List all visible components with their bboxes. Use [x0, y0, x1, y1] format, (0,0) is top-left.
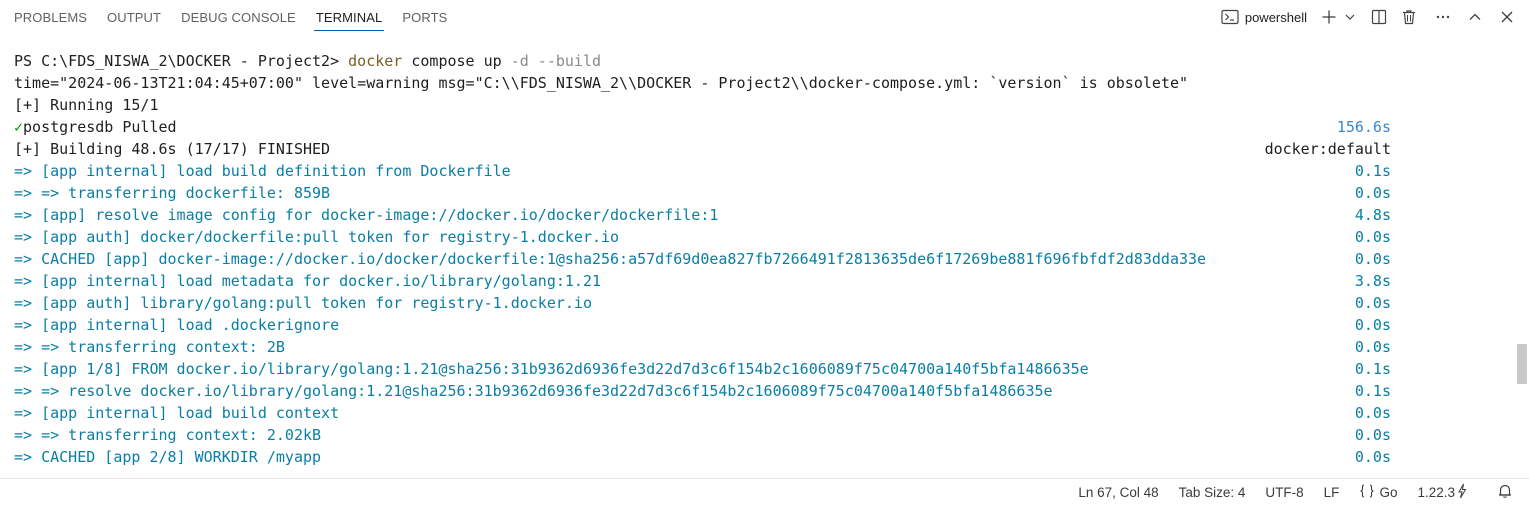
- step-time: 0.0s: [1354, 404, 1391, 422]
- step-time: 0.0s: [1354, 316, 1391, 334]
- braces-icon: [1359, 484, 1379, 501]
- build-step: => [app auth] library/golang:pull token …: [0, 292, 1516, 314]
- terminal-scrollbar[interactable]: [1515, 50, 1529, 478]
- step-text: => => transferring context: 2B: [14, 338, 285, 356]
- split-terminal-button[interactable]: [1367, 5, 1391, 29]
- build-step: => [app auth] docker/dockerfile:pull tok…: [0, 226, 1516, 248]
- close-panel-button[interactable]: [1495, 5, 1519, 29]
- launch-profile-button[interactable]: [1343, 5, 1357, 29]
- kill-terminal-button[interactable]: [1397, 5, 1421, 29]
- step-time: 0.1s: [1354, 162, 1391, 180]
- step-text: => CACHED [app 2/8] WORKDIR /myapp: [14, 448, 322, 466]
- step-text: => [app internal] load metadata for dock…: [14, 272, 601, 290]
- terminal-shell-selector[interactable]: powershell: [1221, 5, 1315, 29]
- maximize-panel-button[interactable]: [1463, 5, 1487, 29]
- tab-output[interactable]: OUTPUT: [97, 0, 171, 34]
- language-label: Go: [1379, 485, 1398, 500]
- build-step: => CACHED [app 2/8] WORKDIR /myapp 0.0s: [0, 446, 1516, 468]
- step-time: 3.8s: [1354, 272, 1391, 290]
- build-step: => [app internal] load .dockerignore 0.0s: [0, 314, 1516, 336]
- status-bar: Ln 67, Col 48 Tab Size: 4 UTF-8 LF Go 1.…: [0, 478, 1529, 506]
- command-args: compose up: [411, 52, 502, 70]
- cursor-position[interactable]: Ln 67, Col 48: [1078, 485, 1158, 500]
- tab-size[interactable]: Tab Size: 4: [1179, 485, 1246, 500]
- step-time: 0.0s: [1354, 338, 1391, 356]
- step-text: => => resolve docker.io/library/golang:1…: [14, 382, 1053, 400]
- step-text: => [app internal] load build definition …: [14, 162, 511, 180]
- close-icon: [1499, 9, 1515, 25]
- pulled-line: ✓postgresdb Pulled 156.6s: [0, 116, 1516, 138]
- prompt: PS C:\FDS_NISWA_2\DOCKER - Project2>: [14, 52, 340, 70]
- step-time: 0.0s: [1354, 426, 1391, 444]
- step-text: => [app auth] library/golang:pull token …: [14, 294, 592, 312]
- command-name: docker: [348, 52, 403, 70]
- build-step: => => transferring context: 2B 0.0s: [0, 336, 1516, 358]
- version-label: 1.22.3: [1417, 485, 1455, 500]
- lightning-icon: [1457, 483, 1471, 502]
- build-step: => [app internal] load build context 0.0s: [0, 402, 1516, 424]
- language-mode[interactable]: Go: [1359, 484, 1397, 501]
- step-text: => [app 1/8] FROM docker.io/library/gola…: [14, 360, 1089, 378]
- split-icon: [1371, 9, 1387, 25]
- encoding[interactable]: UTF-8: [1265, 485, 1303, 500]
- tab-ports[interactable]: PORTS: [392, 0, 457, 34]
- build-step: => [app 1/8] FROM docker.io/library/gola…: [0, 358, 1516, 380]
- build-step: => [app] resolve image config for docker…: [0, 204, 1516, 226]
- step-time: 0.0s: [1354, 228, 1391, 246]
- step-time: 0.0s: [1354, 448, 1391, 466]
- step-time: 0.0s: [1354, 250, 1391, 268]
- step-text: => [app] resolve image config for docker…: [14, 206, 719, 224]
- notifications-button[interactable]: [1497, 483, 1517, 502]
- step-time: 0.0s: [1354, 184, 1391, 202]
- step-time: 0.0s: [1354, 294, 1391, 312]
- terminal-output[interactable]: PS C:\FDS_NISWA_2\DOCKER - Project2> doc…: [0, 50, 1516, 478]
- ellipsis-icon: [1435, 9, 1451, 25]
- pulled-time: 156.6s: [1336, 118, 1391, 136]
- build-step: => [app internal] load metadata for dock…: [0, 270, 1516, 292]
- chevron-down-icon: [1344, 11, 1356, 23]
- tab-terminal[interactable]: TERMINAL: [306, 0, 393, 34]
- terminal-icon: [1221, 9, 1239, 25]
- trash-icon: [1401, 9, 1417, 25]
- new-terminal-button[interactable]: [1317, 5, 1341, 29]
- tab-debug-console[interactable]: DEBUG CONSOLE: [171, 0, 306, 34]
- building-text: [+] Building 48.6s (17/17) FINISHED: [14, 140, 331, 158]
- pulled-text: postgresdb Pulled: [23, 118, 177, 136]
- build-step: => [app internal] load build definition …: [0, 160, 1516, 182]
- command-line: PS C:\FDS_NISWA_2\DOCKER - Project2> doc…: [0, 50, 1516, 72]
- step-text: => [app internal] load build context: [14, 404, 340, 422]
- build-step: => => transferring context: 2.02kB 0.0s: [0, 424, 1516, 446]
- chevron-up-icon: [1467, 9, 1483, 25]
- build-step: => => transferring dockerfile: 859B 0.0s: [0, 182, 1516, 204]
- building-line: [+] Building 48.6s (17/17) FINISHED docke…: [0, 138, 1516, 160]
- panel-header: PROBLEMS OUTPUT DEBUG CONSOLE TERMINAL P…: [0, 0, 1529, 34]
- step-time: 0.1s: [1354, 360, 1391, 378]
- step-text: => [app internal] load .dockerignore: [14, 316, 340, 334]
- scrollbar-thumb[interactable]: [1517, 344, 1527, 384]
- end-of-line[interactable]: LF: [1324, 485, 1340, 500]
- running-line: [+] Running 15/1: [14, 96, 159, 114]
- builder-name: docker:default: [1264, 140, 1391, 158]
- build-step: => CACHED [app] docker-image://docker.io…: [0, 248, 1516, 270]
- step-text: => CACHED [app] docker-image://docker.io…: [14, 250, 1207, 268]
- step-text: => [app auth] docker/dockerfile:pull tok…: [14, 228, 620, 246]
- step-time: 0.1s: [1354, 382, 1391, 400]
- bell-icon: [1497, 483, 1517, 502]
- shell-name: powershell: [1244, 9, 1307, 25]
- step-text: => => transferring context: 2.02kB: [14, 426, 322, 444]
- panel-actions: powershell: [1219, 0, 1519, 34]
- command-flags: -d --build: [510, 52, 602, 70]
- go-version[interactable]: 1.22.3: [1417, 483, 1471, 502]
- warning-line: time="2024-06-13T21:04:45+07:00" level=w…: [14, 74, 1188, 92]
- step-text: => => transferring dockerfile: 859B: [14, 184, 331, 202]
- step-time: 4.8s: [1354, 206, 1391, 224]
- check-icon: ✓: [14, 118, 24, 136]
- tab-problems[interactable]: PROBLEMS: [4, 0, 97, 34]
- plus-icon: [1321, 9, 1337, 25]
- more-actions-button[interactable]: [1431, 5, 1455, 29]
- build-step: => => resolve docker.io/library/golang:1…: [0, 380, 1516, 402]
- panel-tabs: PROBLEMS OUTPUT DEBUG CONSOLE TERMINAL P…: [4, 0, 457, 34]
